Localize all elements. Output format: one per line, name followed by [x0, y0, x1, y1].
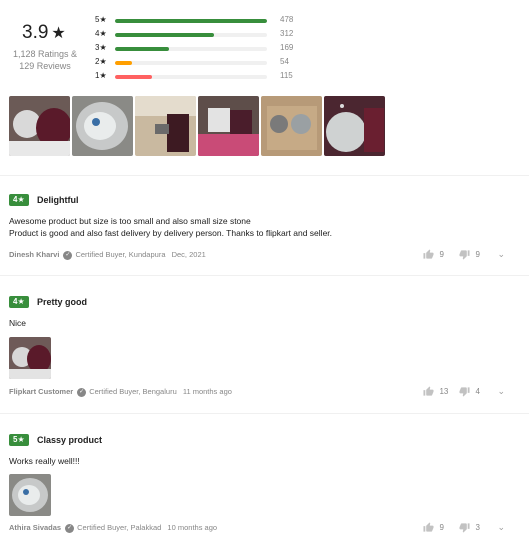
thumbs-up-icon	[423, 249, 434, 259]
certified-check-icon: ✓	[63, 250, 73, 260]
rating-bar-track	[115, 61, 267, 65]
ratings-count-text: 1,128 Ratings &	[12, 49, 78, 59]
rating-bar-fill	[115, 75, 152, 79]
review-meta: Athira Sivadas ✓ Certified Buyer, Palakkad…	[9, 523, 217, 533]
like-button[interactable]: 13	[423, 386, 449, 397]
certified-buyer-text: Certified Buyer, Kundapura	[75, 250, 166, 259]
dislike-count: 3	[475, 523, 480, 532]
rating-bar-3: 3★ 169	[95, 43, 335, 57]
ratings-count: 1,128 Ratings & 129 Reviews	[10, 48, 80, 72]
review-meta: Flipkart Customer ✓ Certified Buyer, Benga…	[9, 387, 232, 397]
customer-photo-thumbnail[interactable]	[9, 96, 70, 156]
like-count: 9	[439, 250, 444, 259]
rating-bar-label: 3★	[95, 43, 107, 52]
rating-badge: 4★	[9, 296, 29, 308]
dislike-button[interactable]: 3	[459, 522, 485, 533]
review-body-line: Works really well!!!	[9, 456, 80, 466]
rating-bar-5: 5★ 478	[95, 15, 335, 29]
rating-bar-2: 2★ 54	[95, 57, 335, 71]
rating-bar-label: 5★	[95, 15, 107, 24]
dislike-count: 4	[475, 387, 480, 396]
rating-bar-4: 4★ 312	[95, 29, 335, 43]
customer-photo-gallery	[9, 96, 385, 156]
like-button[interactable]: 9	[423, 522, 449, 533]
review-photo[interactable]	[9, 337, 51, 379]
review-body-line: Awesome product but size is too small an…	[9, 216, 251, 226]
customer-photo-thumbnail[interactable]	[261, 96, 322, 156]
thumbs-down-icon	[459, 250, 470, 260]
certified-check-icon: ✓	[77, 387, 87, 397]
rating-bar-count: 478	[280, 15, 294, 24]
review-date: Dec, 2021	[171, 250, 206, 259]
rating-bar-label: 1★	[95, 71, 107, 80]
dislike-button[interactable]: 9	[459, 249, 485, 260]
rating-bar-label: 4★	[95, 29, 107, 38]
like-button[interactable]: 9	[423, 249, 449, 260]
thumbs-down-icon	[459, 523, 470, 533]
rating-bar-label: 2★	[95, 57, 107, 66]
rating-bar-count: 54	[280, 57, 289, 66]
dislike-count: 9	[475, 250, 480, 259]
review-card: 4★ Pretty good Nice Flipkart Customer ✓ Ce…	[0, 277, 529, 414]
average-rating-value: 3.9	[22, 22, 49, 43]
star-icon: ★	[51, 25, 66, 42]
review-actions: 9 9 ⌄	[413, 249, 505, 260]
review-card: 4★ Delightful Awesome product but size i…	[0, 177, 529, 276]
rating-summary: 3.9 ★ 1,128 Ratings & 129 Reviews 5★ 478 …	[0, 0, 529, 176]
rating-bar-fill	[115, 19, 267, 23]
review-actions: 13 4 ⌄	[413, 386, 505, 397]
rating-bar-fill	[115, 47, 169, 51]
certified-check-icon: ✓	[65, 523, 75, 533]
rating-bar-track	[115, 75, 267, 79]
rating-badge: 5★	[9, 434, 29, 446]
review-body-line: Nice	[9, 318, 27, 328]
review-card: 5★ Classy product Works really well!!! A…	[0, 415, 529, 545]
certified-buyer-text: Certified Buyer, Palakkad	[77, 523, 162, 532]
certified-buyer-text: Certified Buyer, Bengaluru	[89, 387, 177, 396]
rating-distribution: 5★ 478 4★ 312 3★ 169 2★ 54 1★ 115	[95, 15, 335, 85]
review-date: 11 months ago	[182, 387, 232, 396]
reviewer-name: Athira Sivadas	[9, 523, 62, 532]
rating-bar-count: 312	[280, 29, 294, 38]
review-actions: 9 3 ⌄	[413, 522, 505, 533]
review-body-line: Product is good and also fast delivery b…	[9, 228, 333, 238]
customer-photo-thumbnail[interactable]	[324, 96, 385, 156]
rating-bar-track	[115, 47, 267, 51]
thumbs-up-icon	[423, 386, 434, 396]
review-title: Classy product	[37, 435, 103, 445]
rating-badge: 4★	[9, 194, 29, 206]
chevron-down-icon[interactable]: ⌄	[497, 249, 505, 260]
like-count: 13	[439, 387, 449, 396]
review-title: Delightful	[37, 195, 79, 205]
review-meta: Dinesh Kharvi ✓ Certified Buyer, Kundapura…	[9, 250, 206, 260]
reviews-count-text: 129 Reviews	[19, 61, 71, 71]
review-photo[interactable]	[9, 474, 51, 516]
chevron-down-icon[interactable]: ⌄	[497, 386, 505, 397]
rating-bar-count: 115	[280, 71, 293, 80]
review-body: Awesome product but size is too small an…	[9, 215, 332, 239]
review-body: Nice	[9, 317, 26, 329]
like-count: 9	[439, 523, 444, 532]
rating-bar-count: 169	[280, 43, 294, 52]
thumbs-up-icon	[423, 522, 434, 532]
reviewer-name: Dinesh Kharvi	[9, 250, 60, 259]
rating-bar-track	[115, 19, 267, 23]
rating-bar-fill	[115, 33, 215, 37]
average-rating: 3.9 ★	[22, 22, 66, 44]
rating-bar-track	[115, 33, 267, 37]
thumbs-down-icon	[459, 387, 470, 397]
reviewer-name: Flipkart Customer	[9, 387, 74, 396]
rating-bar-fill	[115, 61, 133, 65]
chevron-down-icon[interactable]: ⌄	[497, 522, 505, 533]
review-date: 10 months ago	[167, 523, 218, 532]
customer-photo-thumbnail[interactable]	[135, 96, 196, 156]
rating-bar-1: 1★ 115	[95, 71, 335, 85]
customer-photo-thumbnail[interactable]	[72, 96, 133, 156]
review-title: Pretty good	[37, 297, 88, 307]
review-body: Works really well!!!	[9, 455, 80, 467]
customer-photo-thumbnail[interactable]	[198, 96, 259, 156]
dislike-button[interactable]: 4	[459, 386, 485, 397]
